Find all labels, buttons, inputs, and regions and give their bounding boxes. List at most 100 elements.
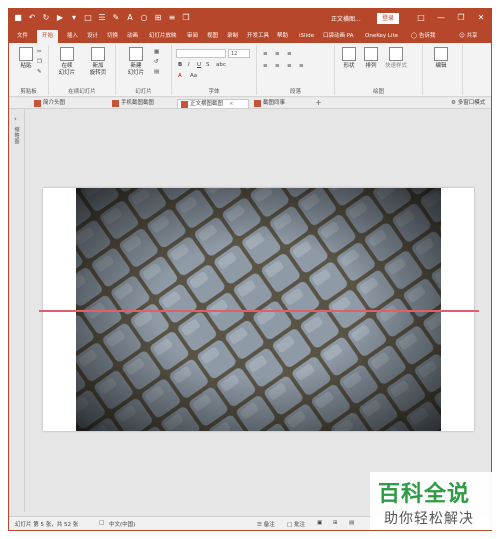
arrange-button[interactable]: 排列 [361,47,381,70]
slide-sorter-icon[interactable]: ⊞ [333,520,338,526]
outline-icon [60,47,74,61]
paste-icon [19,47,33,61]
tab-onekey-lite[interactable]: OneKey Lite [365,30,398,43]
align-left-icon[interactable]: ≡ [263,63,268,69]
undo-icon[interactable]: ↶ [27,12,37,23]
layout-icon[interactable]: ▦ [154,49,159,55]
align-right-icon[interactable]: ≡ [287,63,292,69]
tab-review[interactable]: 审阅 [187,30,198,43]
shapes-button[interactable]: 形状 [339,47,359,70]
tab-pocket-animation[interactable]: 口袋动画 PA [323,30,353,43]
underline-icon[interactable]: U [197,62,201,68]
close-tab-icon[interactable]: × [229,101,234,107]
doc-tab[interactable]: 截图同事 [251,99,311,108]
close-button[interactable]: ✕ [475,12,487,24]
expand-arrow-icon[interactable]: › [14,115,17,123]
tab-design[interactable]: 设计 [87,30,98,43]
new-slide-label: 新建 幻灯片 [127,63,145,76]
share-button[interactable]: ☺ 共享 [459,30,478,43]
redo-icon[interactable]: ↻ [41,12,51,23]
add-tab-icon[interactable]: + [315,98,322,108]
shape-icon[interactable]: ○ [139,12,149,23]
restore-button[interactable]: ❐ [455,12,467,24]
copy-small-icon[interactable]: ❐ [37,59,42,65]
doc-tab[interactable]: 手机截图截图 [109,99,175,108]
reuse-slides-button[interactable]: 新加 旋转页 [83,47,113,77]
notes-label: 备注 [263,522,275,528]
format-painter-icon[interactable]: ✎ [37,69,42,75]
paste-label: 粘贴 [20,63,32,69]
reading-view-icon[interactable]: ▤ [349,520,354,526]
paste-button[interactable]: 粘贴 [15,47,37,70]
title-bar: ■ ↶ ↻ ▶ ▾ □ ☰ ✎ A ○ ⊞ ≡ ❐ 正文横图... 登录 □ —… [9,9,491,28]
save-icon[interactable]: ■ [13,12,23,23]
tell-me-search[interactable]: ◯ 告诉我 [411,30,435,43]
tab-view[interactable]: 视图 [207,30,218,43]
quick-styles-button[interactable]: 快速样式 [383,47,409,70]
tab-islide[interactable]: iSlide [299,30,314,43]
editing-button[interactable]: 编辑 [431,47,451,70]
gear-icon: ⚙ [451,100,458,106]
tab-transitions[interactable]: 切换 [107,30,118,43]
font-icon[interactable]: A [125,12,135,23]
powerpoint-window: ■ ↶ ↻ ▶ ▾ □ ☰ ✎ A ○ ⊞ ≡ ❐ 正文横图... 登录 □ —… [8,8,492,531]
new-slide-button[interactable]: 新建 幻灯片 [122,47,150,77]
comment-icon: □ [287,522,294,528]
bullets-icon[interactable]: ≡ [263,51,268,57]
format-icon[interactable]: ☰ [97,12,107,23]
indent-icon[interactable]: ≡ [287,51,292,57]
more-icon[interactable]: ▾ [69,12,79,23]
spellcheck-icon[interactable]: □ [99,520,104,526]
tab-home[interactable]: 开始 [37,30,59,43]
doc-tab-active[interactable]: 正文横图截图 × [177,99,249,108]
shadow-icon[interactable]: S [206,62,210,68]
find-icon [434,47,448,61]
tab-record[interactable]: 录制 [227,30,238,43]
cut-icon[interactable]: ✂ [37,49,42,55]
font-size-box[interactable]: 12 [228,49,250,58]
multi-window-mode[interactable]: ⚙ 多窗口模式 [451,99,485,108]
normal-view-icon[interactable]: ▣ [317,520,322,526]
change-case-icon[interactable]: Aa [190,73,197,79]
section-icon[interactable]: ▤ [154,69,159,75]
justify-icon[interactable]: ≡ [299,63,304,69]
tab-slideshow[interactable]: 幻灯片放映 [149,30,177,43]
minimize-button[interactable]: — [435,12,447,24]
editing-group: 编辑 [423,45,463,95]
align-icon[interactable]: ≡ [167,12,177,23]
doc-tab[interactable]: 简介头图 [31,99,107,108]
numbering-icon[interactable]: ≡ [275,51,280,57]
tell-me-label: 告诉我 [418,33,436,39]
strike-icon[interactable]: abc [216,62,226,68]
share-label: 共享 [466,33,478,39]
tab-developer[interactable]: 开发工具 [247,30,269,43]
font-name-box[interactable] [176,49,226,58]
notes-button[interactable]: ☰ 备注 [257,520,275,528]
watermark-subtitle: 助你轻松解决 [384,511,474,527]
bold-icon[interactable]: B [178,62,182,68]
new-slide-icon[interactable]: □ [83,12,93,23]
tab-animations[interactable]: 动画 [127,30,138,43]
tab-help[interactable]: 帮助 [277,30,288,43]
drawing-group-label: 绘图 [372,89,384,95]
font-color-icon[interactable]: A [178,73,182,79]
tab-file[interactable]: 文件 [17,30,28,43]
italic-icon[interactable]: I [188,62,190,68]
new-slide-from-outline-button[interactable]: 在续 幻灯片 [53,47,81,77]
reuse-icon [91,47,105,61]
language-indicator[interactable]: 中文(中国) [109,520,135,528]
grid-icon[interactable]: ⊞ [153,12,163,23]
thumbnail-pane: › 缩略图 [9,109,25,512]
copy-icon[interactable]: ❐ [181,12,191,23]
doc-tab-label: 简介头图 [43,100,66,106]
ribbon-display-icon[interactable]: □ [415,12,427,24]
start-from-beginning-icon[interactable]: ▶ [55,12,65,23]
login-button[interactable]: 登录 [377,13,399,24]
align-center-icon[interactable]: ≡ [275,63,280,69]
reset-icon[interactable]: ↺ [154,59,159,65]
paragraph-group: ≡ ≡ ≡ ≡ ≡ ≡ ≡ 段落 [257,45,335,95]
clipboard-group: 粘贴 ✂ ❐ ✎ 剪贴板 [9,45,49,95]
tab-insert[interactable]: 插入 [67,30,78,43]
draw-icon[interactable]: ✎ [111,12,121,23]
comments-button[interactable]: □ 批注 [287,520,305,528]
